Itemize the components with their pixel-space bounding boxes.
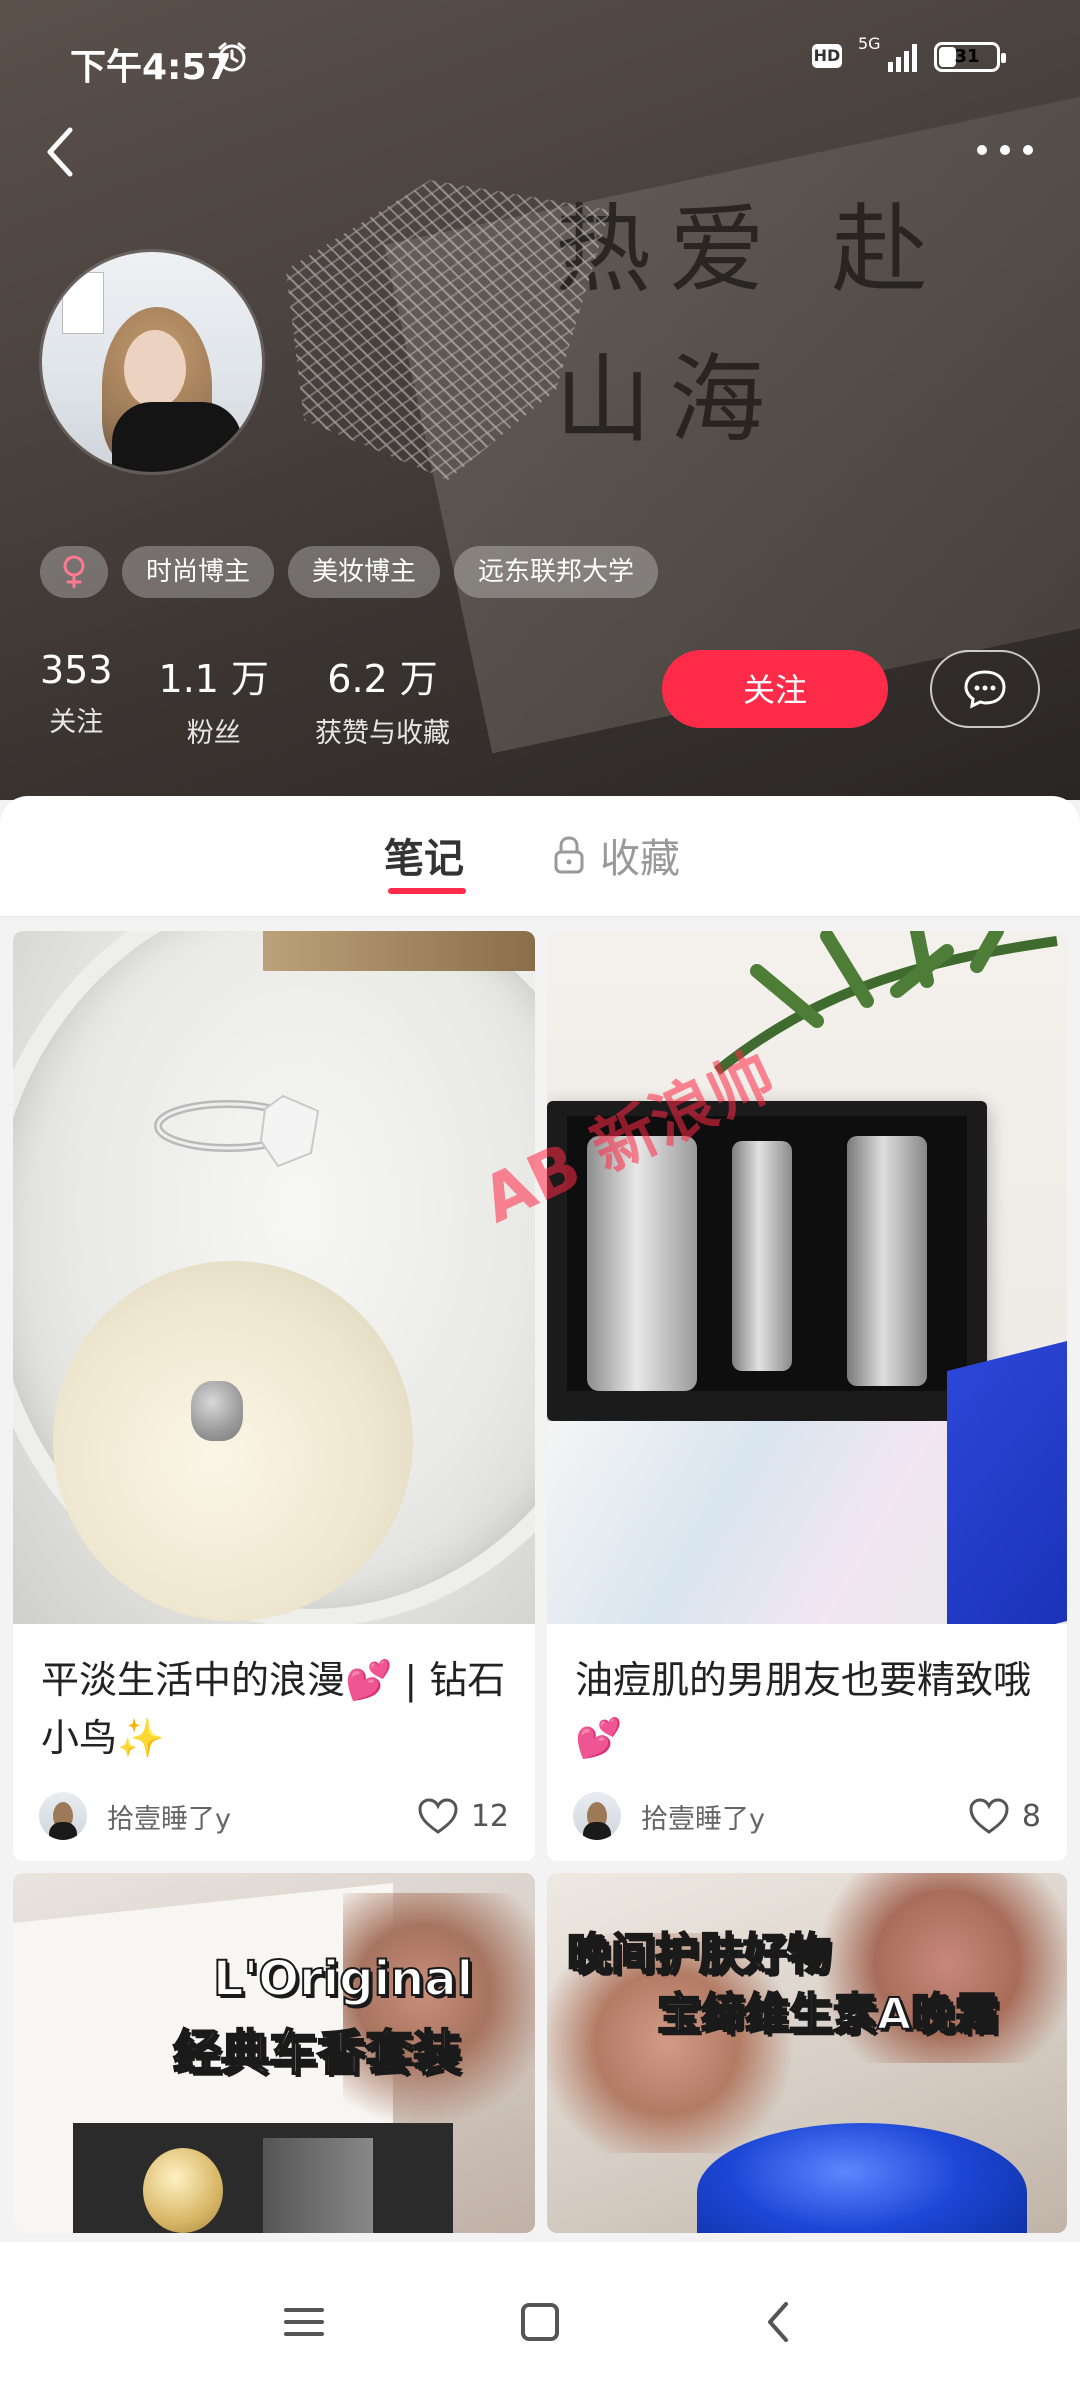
author-avatar[interactable]: [39, 1792, 87, 1840]
status-bar: 下午4:57 HD 5G 31: [0, 0, 1080, 110]
like-count: 8: [1021, 1798, 1041, 1834]
heart-icon[interactable]: [968, 1797, 1010, 1835]
note-meta: 拾壹睡了y 12: [39, 1791, 509, 1841]
profile-stats: 353 关注 1.1 万 粉丝 6.2 万 获赞与收藏: [40, 648, 450, 750]
note-title: 油痘肌的男朋友也要精致哦💕: [575, 1658, 1032, 1760]
tag-university: 远东联邦大学: [454, 546, 659, 598]
stat-following[interactable]: 353 关注: [40, 648, 113, 750]
content-tabs: 笔记 收藏: [0, 796, 1080, 916]
system-navigation-bar: [0, 2242, 1080, 2400]
message-button[interactable]: [930, 650, 1040, 728]
author-name[interactable]: 拾壹睡了y: [641, 1797, 968, 1836]
battery-percentage: 31: [954, 46, 980, 67]
follow-button[interactable]: 关注: [662, 650, 888, 728]
stat-followers[interactable]: 1.1 万 粉丝: [159, 648, 270, 750]
alarm-icon: [218, 42, 246, 72]
stat-value: 1.1 万: [158, 657, 270, 701]
profile-header: 热爱 赴山海 下午4:57 HD 5G 31 时尚博主 美妆博主 远东联邦大学 …: [0, 0, 1080, 800]
gender-tag: [40, 546, 108, 598]
home-icon[interactable]: [512, 2294, 568, 2350]
note-card[interactable]: 晚间护肤好物 宝缔维生素A晚霜: [547, 1873, 1067, 2233]
tab-active-indicator: [388, 888, 466, 894]
note-title: 平淡生活中的浪漫💕 | 钻石小鸟✨: [41, 1658, 506, 1760]
overlay-text-line1: L'Original: [212, 1950, 474, 2008]
note-image-night-cream: 晚间护肤好物 宝缔维生素A晚霜: [547, 1873, 1067, 2233]
overlay-text-line2: 宝缔维生素A晚霜: [656, 1988, 1000, 2041]
background-handwriting: 热爱 赴山海: [555, 194, 946, 456]
tab-notes[interactable]: 笔记: [384, 826, 464, 884]
overlay-text-line2: 经典车香套装: [172, 2024, 462, 2082]
stat-value: 6.2 万: [327, 657, 438, 701]
author-avatar[interactable]: [573, 1792, 621, 1840]
back-icon[interactable]: [40, 122, 80, 182]
stat-label: 获赞与收藏: [315, 718, 451, 749]
notes-feed: 平淡生活中的浪漫💕 | 钻石小鸟✨ 拾壹睡了y 12 油痘肌的男朋友也要精致哦💕: [0, 917, 1080, 2242]
overlay-text-line1: 晚间护肤好物: [566, 1928, 832, 1981]
profile-tags: 时尚博主 美妆博主 远东联邦大学: [40, 546, 659, 598]
tag-beauty-blogger: 美妆博主: [288, 546, 441, 598]
note-card[interactable]: 油痘肌的男朋友也要精致哦💕 拾壹睡了y 8: [547, 931, 1067, 1861]
note-image-skincare-set: [547, 931, 1067, 1624]
signal-icon: [888, 44, 917, 72]
tab-favorites-label: 收藏: [600, 836, 680, 882]
menu-icon[interactable]: [276, 2294, 332, 2350]
heart-icon[interactable]: [417, 1797, 459, 1835]
stat-likes-and-saves[interactable]: 6.2 万 获赞与收藏: [315, 648, 450, 750]
like-count: 12: [470, 1798, 509, 1834]
female-icon: [63, 555, 85, 589]
stat-label: 关注: [49, 707, 104, 738]
tab-favorites[interactable]: 收藏: [552, 826, 680, 884]
chat-bubble-icon: [964, 670, 1006, 709]
stat-label: 粉丝: [186, 718, 241, 749]
note-image-ring: [13, 931, 535, 1624]
lock-icon: [554, 836, 584, 874]
note-meta: 拾壹睡了y 8: [573, 1791, 1041, 1841]
note-card[interactable]: 平淡生活中的浪漫💕 | 钻石小鸟✨ 拾壹睡了y 12: [13, 931, 535, 1861]
battery-icon: 31: [934, 42, 1006, 72]
hd-badge: HD: [812, 44, 842, 68]
note-image-car-fragrance: L'Original 经典车香套装: [13, 1873, 535, 2233]
more-options-icon[interactable]: [970, 132, 1040, 168]
status-time: 下午4:57: [70, 47, 232, 88]
stat-value: 353: [40, 648, 113, 692]
note-card[interactable]: L'Original 经典车香套装: [13, 1873, 535, 2233]
back-nav-icon[interactable]: [752, 2294, 808, 2350]
author-name[interactable]: 拾壹睡了y: [107, 1797, 417, 1836]
tag-fashion-blogger: 时尚博主: [122, 546, 275, 598]
avatar[interactable]: [42, 252, 262, 472]
